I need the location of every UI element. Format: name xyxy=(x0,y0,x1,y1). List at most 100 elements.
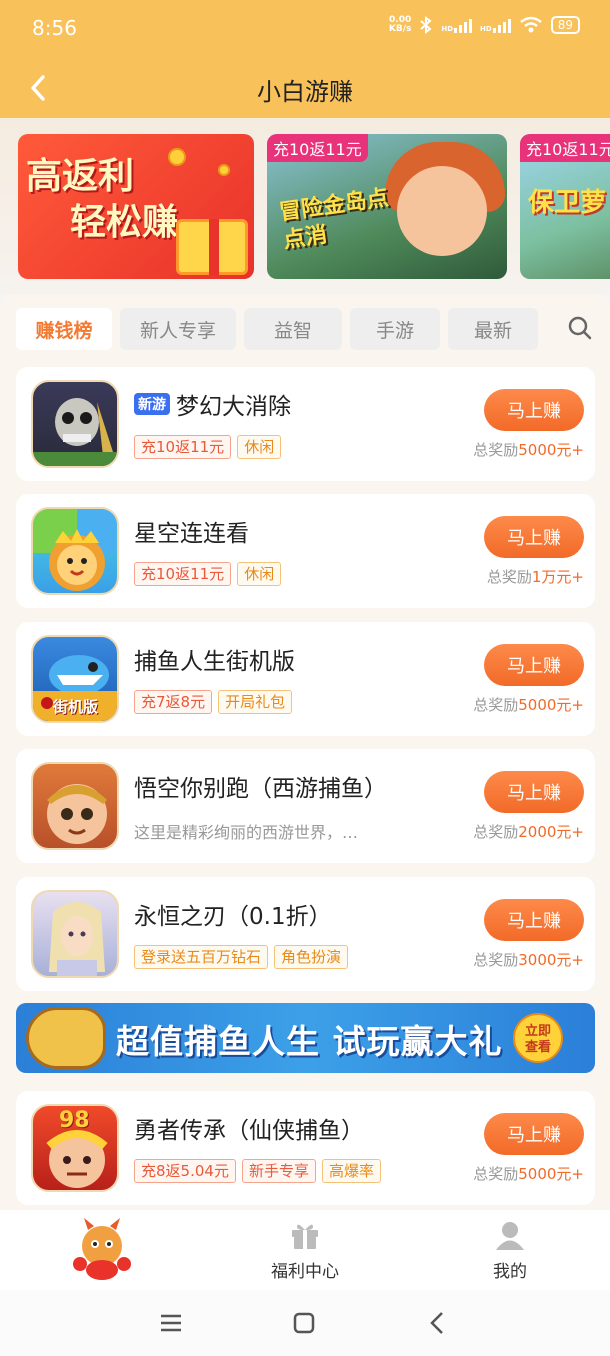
game-title: 捕鱼人生街机版 xyxy=(134,649,295,675)
signal-2: HD xyxy=(480,17,511,33)
promo-tag: 充10返11元 xyxy=(520,134,610,162)
recent-apps-button[interactable] xyxy=(156,1308,186,1338)
game-list-panel: 赚钱榜 新人专享 益智 手游 最新 新游 梦幻大消除 充10返11元 休闲 马上… xyxy=(0,294,610,1210)
nav-welfare-center[interactable]: 福利中心 xyxy=(255,1210,355,1290)
game-title: 永恒之刃（0.1折） xyxy=(134,904,332,930)
signal-1-icon xyxy=(454,17,473,33)
user-icon xyxy=(496,1222,524,1250)
game-tags: 充10返11元 休闲 xyxy=(134,435,282,459)
coin-icon xyxy=(168,148,186,166)
tag: 高爆率 xyxy=(321,1159,381,1183)
ad-banner-fishing[interactable]: 超值捕鱼人生 试玩赢大礼 立即 查看 xyxy=(16,1003,595,1073)
menu-icon xyxy=(161,1314,181,1332)
tag: 开局礼包 xyxy=(218,690,293,714)
icon-label: 98 xyxy=(59,1108,90,1133)
tag: 充7返8元 xyxy=(134,690,213,714)
total-reward: 总奖励5000元+ xyxy=(473,1165,584,1183)
game-title: 新游 梦幻大消除 xyxy=(134,387,291,421)
wifi-icon xyxy=(519,16,542,33)
game-tags: 充8返5.04元 新手专享 高爆率 xyxy=(134,1159,381,1183)
tag: 休闲 xyxy=(237,435,282,459)
game-card[interactable]: 98 勇者传承（仙侠捕鱼） 充8返5.04元 新手专享 高爆率 马上赚 总奖励5… xyxy=(16,1091,595,1205)
home-button[interactable] xyxy=(289,1308,319,1338)
battery-indicator: 89 xyxy=(550,16,580,34)
character-face xyxy=(397,166,487,256)
search-button[interactable] xyxy=(566,314,594,342)
bluetooth-icon xyxy=(420,16,432,34)
game-title: 星空连连看 xyxy=(134,521,249,547)
banner-game-adventure[interactable]: 冒险金岛点点消 充10返11元 xyxy=(267,134,507,279)
page-title: 小白游赚 xyxy=(257,78,353,106)
tag: 新手专享 xyxy=(241,1159,316,1183)
fish-character-icon xyxy=(26,1007,106,1069)
icon-label: 街机版 xyxy=(53,698,99,716)
game-icon xyxy=(31,762,119,850)
game-tags: 充10返11元 休闲 xyxy=(134,562,282,586)
new-game-badge: 新游 xyxy=(134,393,170,415)
tab-earn-ranking[interactable]: 赚钱榜 xyxy=(16,308,112,350)
banner-1-text: 高返利 轻松赚 xyxy=(26,156,179,243)
tab-mobile-games[interactable]: 手游 xyxy=(350,308,440,350)
system-back-button[interactable] xyxy=(422,1308,452,1338)
nav-mine[interactable]: 我的 xyxy=(470,1210,550,1290)
ad-text: 超值捕鱼人生 试玩赢大礼 xyxy=(116,1022,503,1061)
game-logo: 保卫萝 xyxy=(528,188,607,218)
tag: 休闲 xyxy=(237,562,282,586)
game-tags: 登录送五百万钻石 角色扮演 xyxy=(134,945,349,969)
game-tags: 充7返8元 开局礼包 xyxy=(134,690,293,714)
banner-game-defense[interactable]: 保卫萝 充10返11元 xyxy=(520,134,610,279)
game-card[interactable]: 悟空你别跑（西游捕鱼） 这里是精彩绚丽的西游世界，… 马上赚 总奖励2000元+ xyxy=(16,749,595,863)
total-reward: 总奖励5000元+ xyxy=(473,441,584,459)
game-icon xyxy=(31,380,119,468)
earn-now-button[interactable]: 马上赚 xyxy=(484,389,584,431)
total-reward: 总奖励5000元+ xyxy=(473,696,584,714)
status-time: 8:56 xyxy=(32,16,77,40)
game-icon: 98 xyxy=(31,1104,119,1192)
game-description: 这里是精彩绚丽的西游世界，… xyxy=(134,823,359,842)
tab-latest[interactable]: 最新 xyxy=(448,308,538,350)
game-card[interactable]: 永恒之刃（0.1折） 登录送五百万钻石 角色扮演 马上赚 总奖励3000元+ xyxy=(16,877,595,991)
dragon-mascot-icon xyxy=(73,1218,131,1280)
banner-carousel[interactable]: 高返利 轻松赚 冒险金岛点点消 充10返11元 保卫萝 充10返11元 xyxy=(0,118,610,294)
tab-newcomer[interactable]: 新人专享 xyxy=(120,308,236,350)
earn-now-button[interactable]: 马上赚 xyxy=(484,1113,584,1155)
game-title: 勇者传承（仙侠捕鱼） xyxy=(134,1118,364,1144)
tag: 充10返11元 xyxy=(134,435,232,459)
total-reward: 总奖励1万元+ xyxy=(486,568,584,586)
tab-puzzle[interactable]: 益智 xyxy=(244,308,342,350)
tag: 登录送五百万钻石 xyxy=(134,945,269,969)
game-card[interactable]: 星空连连看 充10返11元 休闲 马上赚 总奖励1万元+ xyxy=(16,494,595,608)
system-nav-bar xyxy=(0,1290,610,1356)
gift-icon xyxy=(292,1224,318,1249)
coin-icon xyxy=(218,164,230,176)
earn-now-button[interactable]: 马上赚 xyxy=(484,644,584,686)
status-icons: 0.00 KB/s HD HD 89 xyxy=(389,16,580,34)
game-title: 悟空你别跑（西游捕鱼） xyxy=(134,776,387,802)
signal-1: HD xyxy=(441,17,473,33)
game-icon: 街机版 xyxy=(31,635,119,723)
nav-home-mascot[interactable] xyxy=(66,1216,138,1282)
total-reward: 总奖励2000元+ xyxy=(473,823,584,841)
title-bar: 小白游赚 xyxy=(0,58,610,118)
nav-label: 福利中心 xyxy=(271,1262,339,1282)
nav-label: 我的 xyxy=(493,1262,527,1282)
game-card[interactable]: 新游 梦幻大消除 充10返11元 休闲 马上赚 总奖励5000元+ xyxy=(16,367,595,481)
ad-view-now-button[interactable]: 立即 查看 xyxy=(513,1013,563,1063)
square-icon xyxy=(293,1312,315,1334)
category-tabs: 赚钱榜 新人专享 益智 手游 最新 xyxy=(16,308,538,352)
chevron-left-icon xyxy=(430,1312,443,1334)
total-reward: 总奖励3000元+ xyxy=(473,951,584,969)
search-icon xyxy=(568,316,592,340)
tag: 角色扮演 xyxy=(274,945,349,969)
banner-high-rebate[interactable]: 高返利 轻松赚 xyxy=(18,134,254,279)
game-card[interactable]: 街机版 捕鱼人生街机版 充7返8元 开局礼包 马上赚 总奖励5000元+ xyxy=(16,622,595,736)
earn-now-button[interactable]: 马上赚 xyxy=(484,516,584,558)
earn-now-button[interactable]: 马上赚 xyxy=(484,771,584,813)
gift-box-icon xyxy=(176,219,248,275)
earn-now-button[interactable]: 马上赚 xyxy=(484,899,584,941)
game-logo: 冒险金岛点点消 xyxy=(277,185,391,254)
network-speed: 0.00 KB/s xyxy=(388,15,412,34)
game-icon xyxy=(31,890,119,978)
bottom-nav: 福利中心 我的 xyxy=(0,1210,610,1290)
tag: 充8返5.04元 xyxy=(134,1159,236,1183)
